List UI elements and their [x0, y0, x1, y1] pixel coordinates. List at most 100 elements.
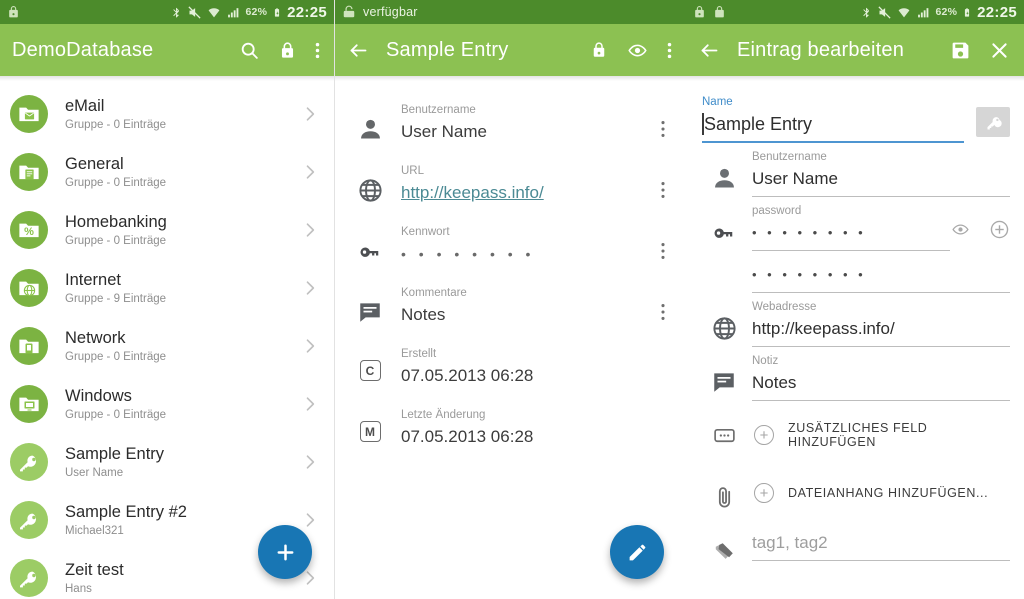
entry-key-icon: [10, 501, 48, 539]
back-arrow-icon[interactable]: [347, 40, 370, 61]
globe-icon: [349, 163, 391, 204]
page-title: DemoDatabase: [12, 38, 154, 61]
list-item[interactable]: Internet Gruppe - 9 Einträge: [0, 259, 334, 317]
overflow-menu-icon[interactable]: [667, 40, 672, 61]
list-item[interactable]: Sample Entry User Name: [0, 433, 334, 491]
chevron-right-icon[interactable]: [304, 394, 324, 414]
list-item-title: Sample Entry #2: [65, 502, 187, 521]
overflow-menu-icon[interactable]: [652, 285, 674, 323]
notes-label: Notiz: [752, 355, 779, 367]
detail-field-row[interactable]: URL http://keepass.info/: [335, 154, 686, 215]
chevron-right-icon[interactable]: [304, 162, 324, 182]
lock-icon[interactable]: [590, 40, 608, 60]
password-label: password: [752, 205, 802, 217]
notes-input-wrapper[interactable]: Notes: [752, 369, 1010, 401]
chevron-right-icon[interactable]: [304, 220, 324, 240]
detail-field-row[interactable]: C Erstellt 07.05.2013 06:28: [335, 337, 686, 398]
person-icon: [349, 102, 391, 143]
plus-circle-icon[interactable]: [989, 219, 1010, 245]
tags-field-row: tag1, tag2: [686, 517, 1024, 565]
status-bar: 62% 22:25: [686, 0, 1024, 24]
list-item-title: Windows: [65, 386, 132, 405]
detail-field-row[interactable]: Kommentare Notes: [335, 276, 686, 337]
detail-field-row[interactable]: Kennwort • • • • • • • •: [335, 215, 686, 276]
detail-field-label: Erstellt: [401, 348, 437, 360]
list-item[interactable]: Windows Gruppe - 0 Einträge: [0, 375, 334, 433]
edit-fab[interactable]: [610, 525, 664, 579]
group-folder-icon: [10, 95, 48, 133]
list-item-title: Sample Entry: [65, 444, 165, 463]
list-item[interactable]: Network Gruppe - 0 Einträge: [0, 317, 334, 375]
lock-icon[interactable]: [278, 40, 297, 61]
list-item-subtitle: Gruppe - 0 Einträge: [65, 408, 167, 421]
detail-field-label: Kommentare: [401, 287, 467, 299]
list-item-subtitle: Gruppe - 9 Einträge: [65, 292, 167, 305]
username-input-wrapper[interactable]: User Name: [752, 165, 1010, 197]
overflow-menu-icon[interactable]: [652, 224, 674, 262]
chevron-right-icon[interactable]: [304, 452, 324, 472]
group-folder-icon: [10, 153, 48, 191]
detail-field-label: Letzte Änderung: [401, 409, 486, 421]
chevron-right-icon[interactable]: [304, 278, 324, 298]
list-item-subtitle: Hans: [65, 582, 92, 595]
list-item-texts: Sample Entry User Name: [48, 444, 304, 481]
overflow-menu-icon[interactable]: [652, 102, 674, 140]
tags-input[interactable]: tag1, tag2: [752, 529, 1010, 560]
password-input-wrapper[interactable]: • • • • • • • •: [752, 219, 950, 251]
status-bar: verfügbar: [335, 0, 686, 24]
list-item[interactable]: eMail Gruppe - 0 Einträge: [0, 85, 334, 143]
overflow-menu-icon[interactable]: [315, 40, 320, 61]
password-input[interactable]: • • • • • • • •: [752, 219, 950, 250]
list-item-title: eMail: [65, 96, 105, 115]
battery-charging-icon: [272, 5, 282, 20]
password-confirm-wrapper[interactable]: • • • • • • • •: [752, 261, 1010, 293]
detail-field-body: Benutzername User Name: [391, 102, 652, 145]
plus-circle-icon[interactable]: [754, 483, 774, 503]
status-bar: 62% 22:25: [0, 0, 334, 24]
add-extra-field-row[interactable]: ZUSÄTZLICHES FELD HINZUFÜGEN: [686, 401, 1024, 463]
username-field-row: Benutzername User Name: [686, 143, 1024, 197]
eye-icon[interactable]: [950, 221, 971, 243]
name-input-wrapper[interactable]: Name Sample Entry: [702, 95, 976, 143]
detail-field-value[interactable]: http://keepass.info/: [401, 180, 652, 206]
name-input[interactable]: Sample Entry: [702, 110, 964, 143]
chevron-right-icon[interactable]: [304, 568, 324, 588]
close-icon[interactable]: [989, 40, 1010, 61]
detail-field-value: • • • • • • • •: [401, 246, 535, 262]
notes-icon: [702, 353, 746, 395]
eye-icon[interactable]: [626, 41, 649, 60]
bluetooth-icon: [861, 5, 872, 20]
search-icon[interactable]: [239, 40, 260, 61]
detail-field-list: Benutzername User Name URL http://keepass.i…: [335, 81, 686, 459]
list-item[interactable]: % Homebanking Gruppe - 0 Einträge: [0, 201, 334, 259]
lock-icon: [7, 5, 20, 19]
chevron-right-icon[interactable]: [304, 336, 324, 356]
list-item[interactable]: General Gruppe - 0 Einträge: [0, 143, 334, 201]
tags-input-wrapper[interactable]: tag1, tag2: [752, 529, 1010, 561]
group-folder-icon: [10, 269, 48, 307]
url-input-wrapper[interactable]: http://keepass.info/: [752, 315, 1010, 347]
wifi-icon: [207, 6, 221, 19]
detail-field-row[interactable]: M Letzte Änderung 07.05.2013 06:28: [335, 398, 686, 459]
lock-open-icon: [342, 5, 356, 19]
url-input[interactable]: http://keepass.info/: [752, 315, 1010, 346]
list-item-texts: Internet Gruppe - 9 Einträge: [48, 270, 304, 307]
add-attachment-row[interactable]: DATEIANHANG HINZUFÜGEN...: [686, 463, 1024, 517]
username-input[interactable]: User Name: [752, 165, 1010, 196]
password-confirm-input[interactable]: • • • • • • • •: [752, 261, 1010, 292]
save-icon[interactable]: [950, 40, 971, 61]
chevron-right-icon[interactable]: [304, 104, 324, 124]
list-item-texts: Windows Gruppe - 0 Einträge: [48, 386, 304, 423]
wifi-icon: [897, 6, 911, 19]
generate-password-button[interactable]: [976, 107, 1010, 137]
overflow-menu-icon[interactable]: [652, 163, 674, 201]
chevron-right-icon[interactable]: [304, 510, 324, 530]
notes-input[interactable]: Notes: [752, 369, 1010, 400]
detail-field-row[interactable]: Benutzername User Name: [335, 93, 686, 154]
plus-circle-icon[interactable]: [754, 425, 774, 445]
list-item-texts: Homebanking Gruppe - 0 Einträge: [48, 212, 304, 249]
app-bar: Sample Entry: [335, 24, 686, 76]
list-item-texts: General Gruppe - 0 Einträge: [48, 154, 304, 191]
add-fab[interactable]: [258, 525, 312, 579]
back-arrow-icon[interactable]: [698, 40, 721, 61]
